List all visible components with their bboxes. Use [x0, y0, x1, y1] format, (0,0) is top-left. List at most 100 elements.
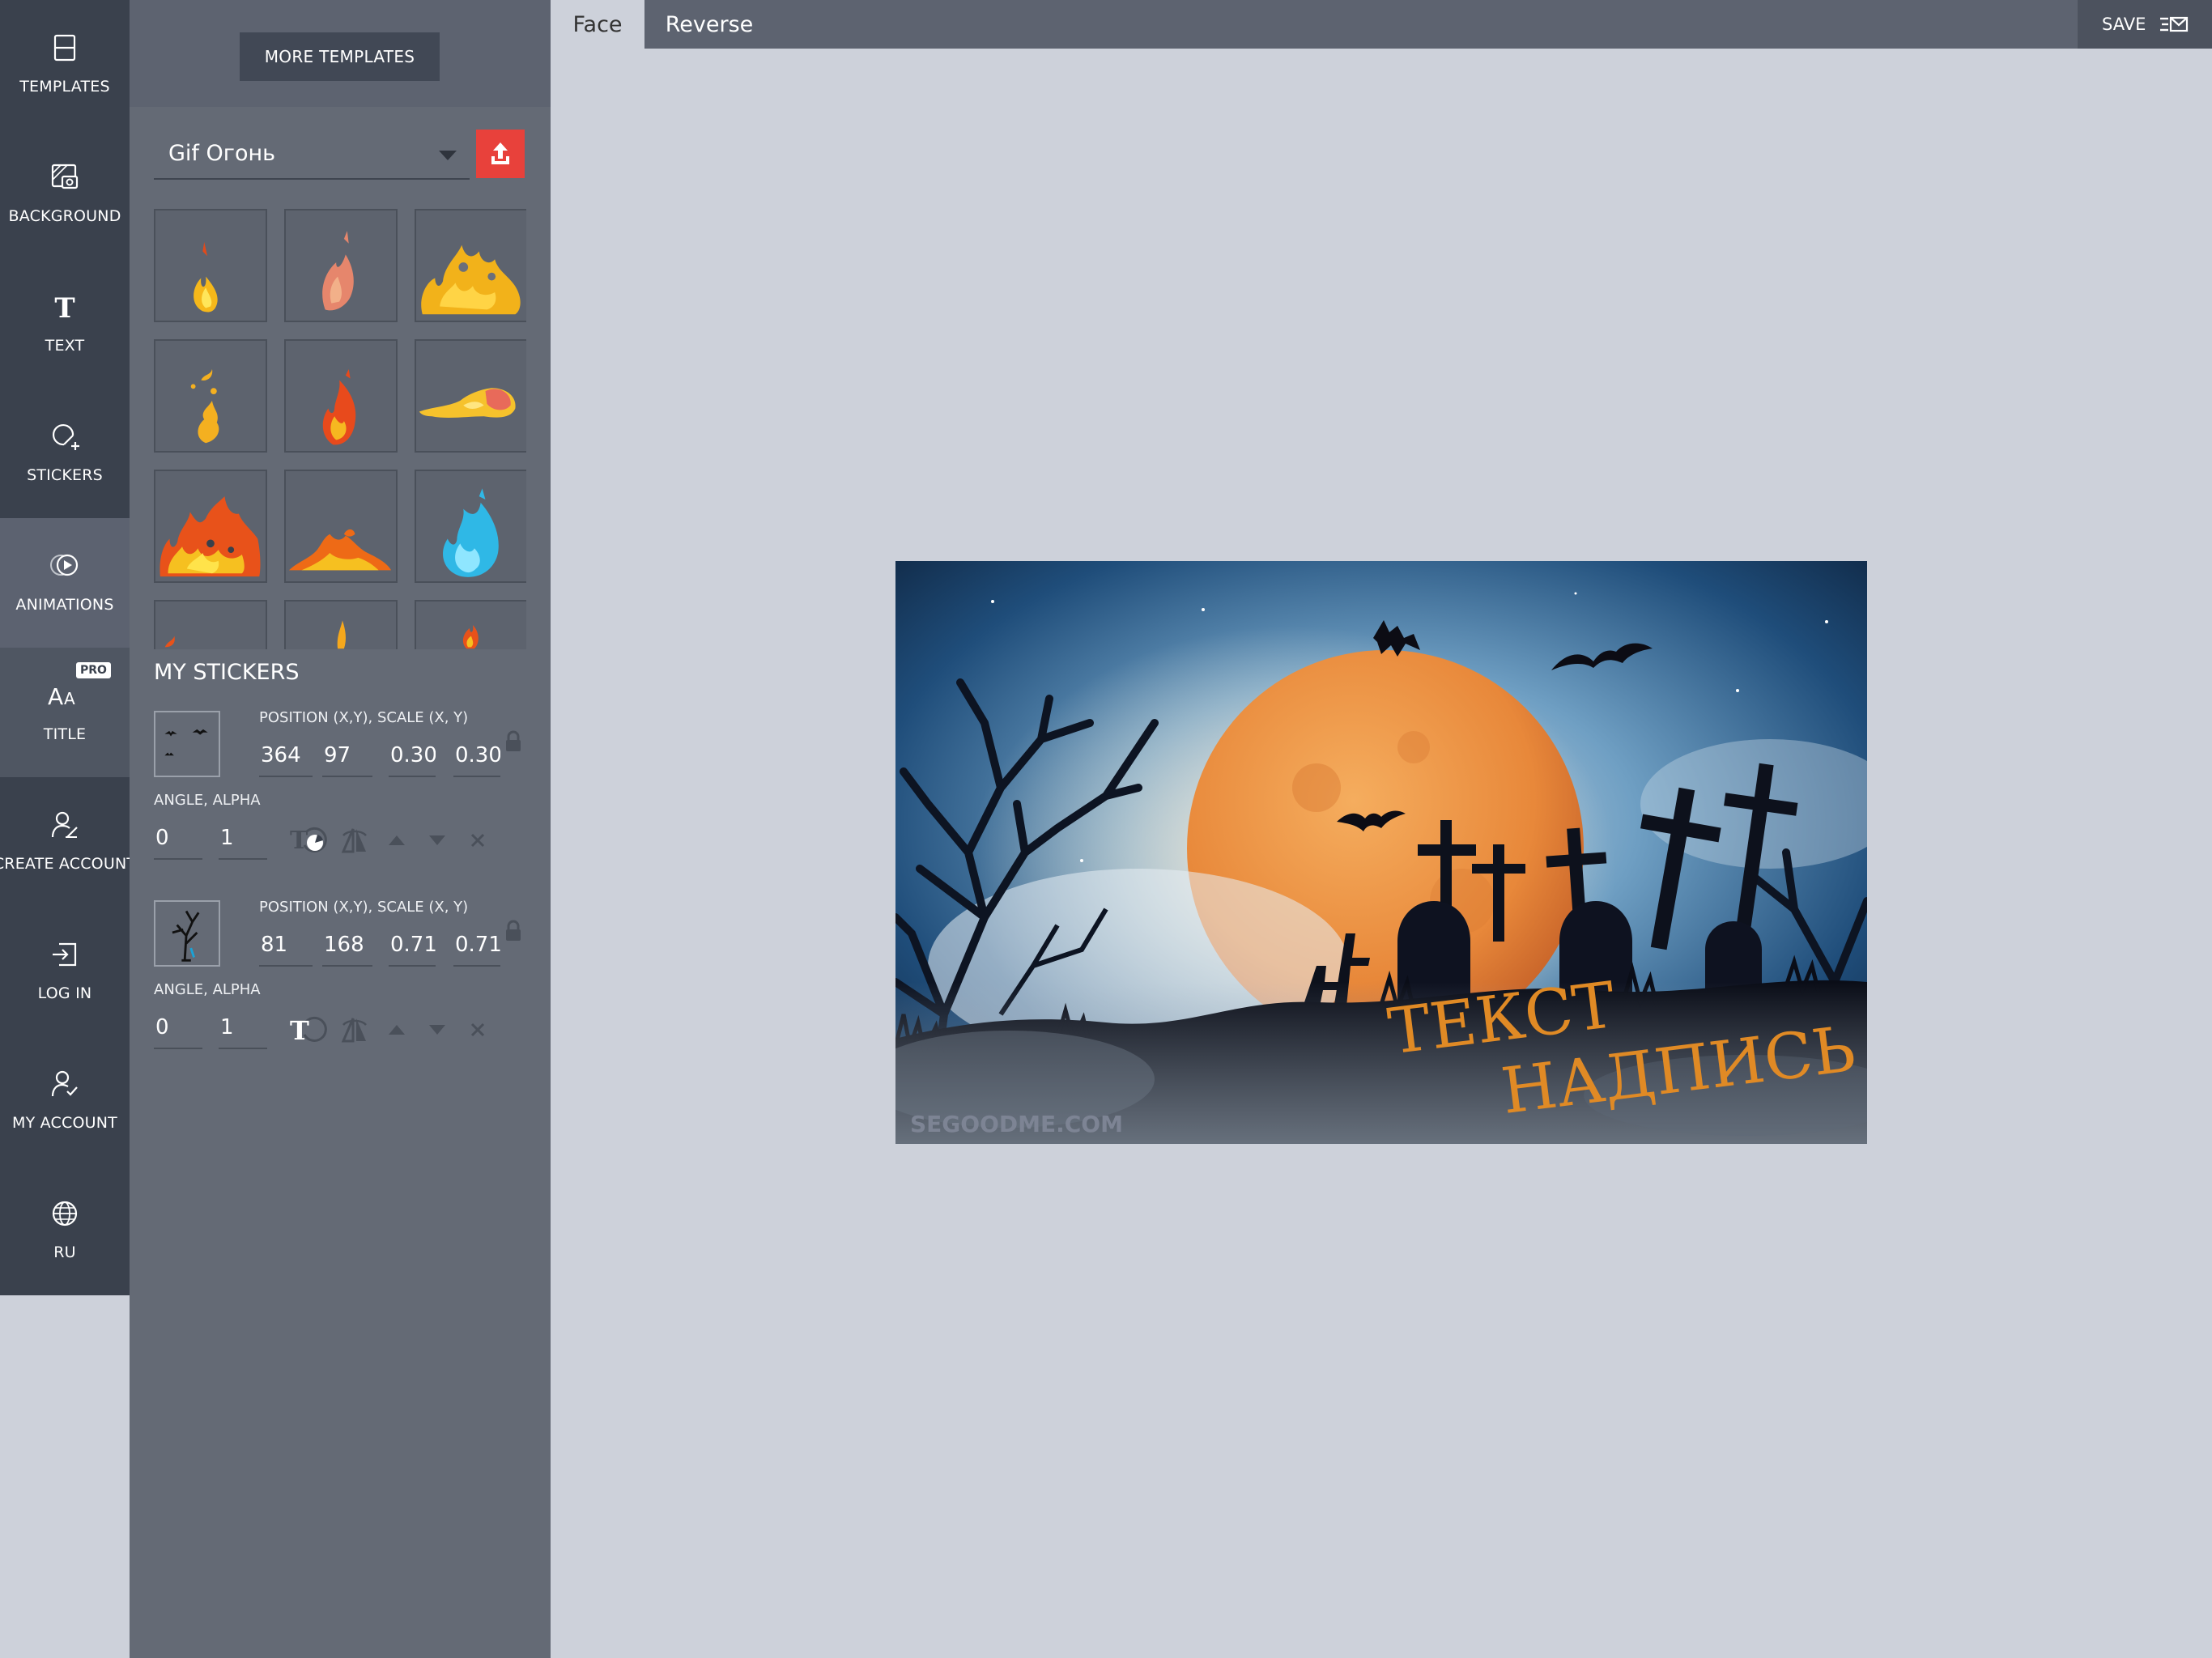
svg-text:T: T — [290, 827, 308, 855]
bats-sticker-preview[interactable] — [154, 711, 220, 777]
delete-button[interactable] — [460, 823, 496, 858]
upload-icon — [491, 142, 509, 164]
alpha-input[interactable] — [219, 819, 267, 860]
fire-sticker-4[interactable] — [154, 339, 267, 453]
angle-input[interactable] — [154, 819, 202, 860]
more-templates-button[interactable]: MORE TEMPLATES — [240, 32, 440, 81]
rotate-button[interactable]: T — [288, 823, 334, 858]
chevron-down-icon — [439, 151, 457, 160]
rail-templates[interactable]: TEMPLATES — [0, 0, 130, 130]
move-up-button[interactable] — [379, 823, 415, 858]
angle-field[interactable] — [154, 819, 202, 857]
delete-button[interactable] — [460, 1012, 496, 1048]
flip-button[interactable] — [337, 1012, 372, 1048]
scale-x-input[interactable] — [389, 737, 436, 777]
scale-x-input[interactable] — [389, 926, 436, 967]
position-scale-label: POSITION (X,Y), SCALE (X, Y) — [259, 709, 469, 726]
scale-y-input[interactable] — [453, 926, 500, 967]
rail-text[interactable]: T TEXT — [0, 259, 130, 389]
position-x-field[interactable] — [259, 926, 313, 963]
close-icon — [470, 1022, 485, 1037]
tab-face[interactable]: Face — [551, 0, 644, 49]
save-button[interactable]: SAVE — [2078, 0, 2212, 49]
fire-sticker-7[interactable] — [154, 470, 267, 583]
rail-label-log-in: LOG IN — [37, 984, 92, 1002]
scale-x-field[interactable] — [389, 926, 436, 963]
my-sticker-item: POSITION (X,Y), SCALE (X, Y) ANGLE, ALPH… — [154, 884, 534, 1062]
position-x-input[interactable] — [259, 926, 313, 967]
text-type-icon: T — [290, 1015, 327, 1046]
tree-sticker-preview[interactable] — [154, 900, 220, 967]
rail-label-title: TITLE — [43, 725, 87, 743]
rail-language[interactable]: RU — [0, 1166, 130, 1295]
scale-y-field[interactable] — [453, 737, 500, 774]
lock-button[interactable] — [496, 724, 531, 759]
lock-icon — [506, 730, 521, 751]
rotate-button[interactable]: T — [288, 1012, 334, 1048]
alpha-field[interactable] — [219, 1009, 267, 1046]
position-x-field[interactable] — [259, 737, 313, 774]
alpha-input[interactable] — [219, 1009, 267, 1049]
text-icon: T — [54, 292, 74, 325]
animations-panel: MORE TEMPLATES Gif Огонь MY STICKERS POS… — [130, 0, 551, 1658]
left-rail: TEMPLATES BACKGROUND T TEXT STICKERS ANI… — [0, 0, 136, 1295]
lock-icon — [506, 920, 521, 941]
lock-button[interactable] — [496, 913, 531, 949]
create-account-icon — [51, 811, 78, 838]
arrow-down-icon — [429, 835, 445, 845]
rail-background[interactable]: BACKGROUND — [0, 130, 130, 259]
svg-text:T: T — [54, 292, 74, 325]
arrow-up-icon — [389, 835, 405, 845]
animations-icon — [50, 554, 79, 576]
rail-label-background: BACKGROUND — [8, 207, 121, 225]
login-icon — [53, 942, 77, 967]
rail-my-account[interactable]: MY ACCOUNT — [0, 1036, 130, 1166]
close-icon — [470, 833, 485, 848]
rail-animations[interactable]: ANIMATIONS — [0, 518, 130, 648]
rail-label-my-account: MY ACCOUNT — [12, 1114, 117, 1132]
position-x-input[interactable] — [259, 737, 313, 777]
rail-label-templates: TEMPLATES — [19, 78, 110, 96]
top-bar: Face Reverse SAVE — [551, 0, 2212, 49]
angle-field[interactable] — [154, 1009, 202, 1046]
scale-x-field[interactable] — [389, 737, 436, 774]
arrow-down-icon — [429, 1025, 445, 1035]
angle-input[interactable] — [154, 1009, 202, 1049]
tab-reverse[interactable]: Reverse — [644, 0, 774, 49]
fire-sticker-8[interactable] — [284, 470, 398, 583]
fire-sticker-12[interactable] — [415, 600, 526, 649]
move-down-button[interactable] — [419, 823, 455, 858]
sticker-grid — [154, 209, 526, 649]
my-stickers-title: MY STICKERS — [154, 660, 300, 685]
rail-title[interactable]: PRO AA TITLE — [0, 648, 130, 777]
fire-sticker-6[interactable] — [415, 339, 526, 453]
rail-log-in[interactable]: LOG IN — [0, 907, 130, 1036]
rail-create-account[interactable]: CREATE ACCOUNT — [0, 777, 136, 907]
fire-sticker-9[interactable] — [415, 470, 526, 583]
fire-sticker-3[interactable] — [415, 209, 526, 322]
position-y-input[interactable] — [322, 926, 372, 967]
save-label: SAVE — [2102, 15, 2146, 34]
alpha-field[interactable] — [219, 819, 267, 857]
position-y-field[interactable] — [322, 926, 372, 963]
fire-sticker-11[interactable] — [284, 600, 398, 649]
category-select[interactable]: Gif Огонь — [154, 130, 470, 180]
fire-sticker-2[interactable] — [284, 209, 398, 322]
position-scale-label: POSITION (X,Y), SCALE (X, Y) — [259, 899, 469, 916]
move-up-button[interactable] — [379, 1012, 415, 1048]
rail-stickers[interactable]: STICKERS — [0, 389, 130, 518]
move-down-button[interactable] — [419, 1012, 455, 1048]
fire-sticker-5[interactable] — [284, 339, 398, 453]
flip-button[interactable] — [337, 823, 372, 858]
globe-icon — [52, 1201, 78, 1226]
arrow-up-icon — [389, 1025, 405, 1035]
position-y-field[interactable] — [322, 737, 372, 774]
fire-sticker-1[interactable] — [154, 209, 267, 322]
postcard-canvas[interactable]: ТЕКСТ НАДПИСЬ SEGOODME.COM — [895, 561, 1867, 1144]
scale-y-input[interactable] — [453, 737, 500, 777]
scale-y-field[interactable] — [453, 926, 500, 963]
upload-button[interactable] — [476, 130, 525, 178]
position-y-input[interactable] — [322, 737, 372, 777]
angle-alpha-label: ANGLE, ALPHA — [154, 981, 261, 998]
fire-sticker-10[interactable] — [154, 600, 267, 649]
